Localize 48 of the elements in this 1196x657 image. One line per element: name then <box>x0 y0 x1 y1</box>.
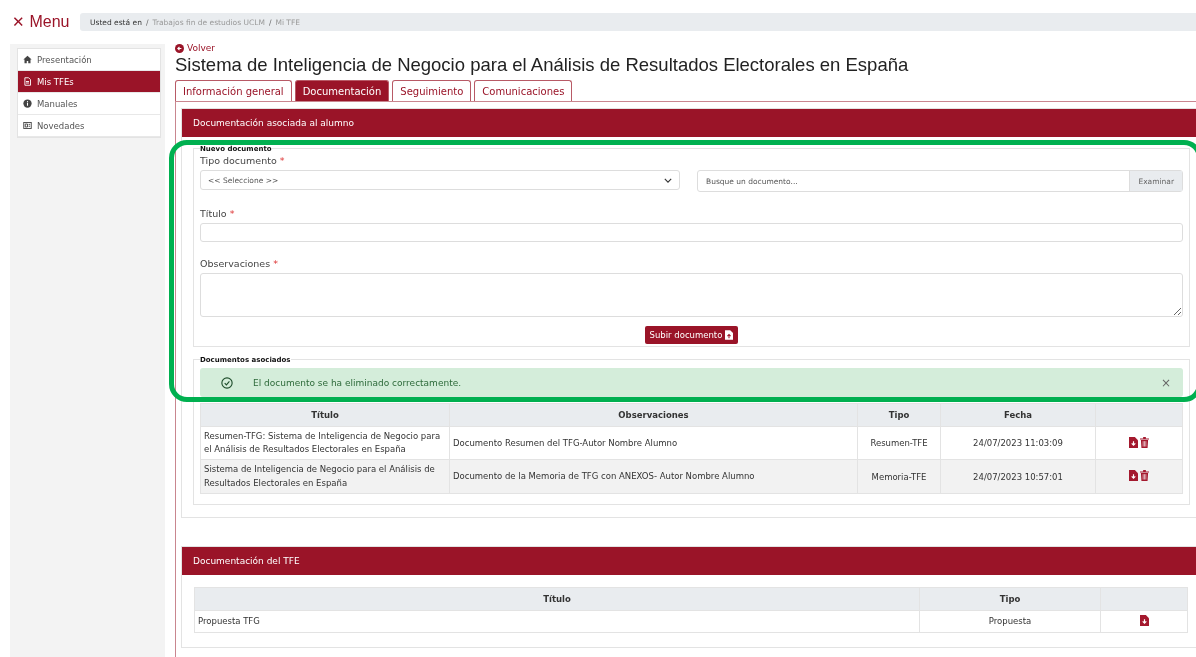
sidebar-item[interactable]: Mis TFEs <box>18 71 160 93</box>
table-cell: 24/07/2023 10:57:01 <box>940 459 1096 494</box>
close-button[interactable]: × <box>1160 375 1171 390</box>
back-link[interactable]: Volver <box>175 43 216 53</box>
file-download-icon[interactable] <box>1129 436 1138 448</box>
field-label: Observaciones * <box>200 258 279 269</box>
file-upload-icon <box>725 330 734 340</box>
back-arrow-icon <box>175 43 184 53</box>
file-download-icon[interactable] <box>1129 470 1138 481</box>
sidebar-item[interactable]: Novedades <box>18 115 160 137</box>
chevron-down-icon <box>664 177 672 183</box>
field-label: Título * <box>200 208 236 219</box>
column-header: Título <box>200 403 450 427</box>
page-title: Sistema de Inteligencia de Negocio para el Análisis de Resultados Electorales en España <box>175 54 910 76</box>
table-cell: Documento de la Memoria de TFG con ANEXOS- Autor Nombre Alumno <box>449 459 858 494</box>
trash-icon[interactable] <box>1140 470 1149 481</box>
table-cell: Propuesta <box>919 610 1101 633</box>
table-cell: Resumen-TFG: Sistema de Inteligencia de Negocio para el Análisis de Resultados Electorales en España <box>200 426 450 460</box>
tab[interactable]: Seguimiento <box>392 80 472 102</box>
document-icon <box>23 77 32 86</box>
menu-button[interactable]: ✕ Menu <box>12 13 80 31</box>
column-header: Tipo <box>857 403 941 427</box>
column-header: Observaciones <box>449 403 858 427</box>
tab[interactable]: Comunicaciones <box>474 80 573 102</box>
home-icon <box>23 55 32 64</box>
table-cell: Documento Resumen del TFG-Autor Nombre Alumno <box>449 426 858 460</box>
column-header: Título <box>194 587 920 611</box>
file-download-icon[interactable] <box>1139 614 1149 626</box>
title-input[interactable] <box>200 223 1183 242</box>
field-label: Tipo documento * <box>200 155 286 166</box>
alert-message: El documento se ha eliminado correctamente. <box>253 377 463 388</box>
table-cell: Propuesta TFG <box>194 610 920 633</box>
check-circle-icon <box>221 376 233 389</box>
trash-icon[interactable] <box>1140 436 1149 448</box>
info-icon <box>23 99 32 108</box>
table-cell: Resumen-TFE <box>857 426 941 460</box>
upload-button[interactable]: Subir documento <box>644 326 739 344</box>
section-header: Documentación del TFE <box>182 546 1196 575</box>
column-header: Tipo <box>919 587 1101 611</box>
table-cell: Memoria-TFE <box>857 459 941 494</box>
tab[interactable]: Documentación <box>294 80 390 102</box>
sidebar-item[interactable]: Manuales <box>18 93 160 115</box>
column-header: Fecha <box>940 403 1096 427</box>
newspaper-icon <box>23 121 32 130</box>
section-header: Documentación asociada al alumno <box>182 109 1196 137</box>
tab[interactable]: Información general <box>175 80 292 102</box>
table-cell: 24/07/2023 11:03:09 <box>940 426 1096 460</box>
table-cell: Sistema de Inteligencia de Negocio para el Análisis de Resultados Electorales en España <box>200 459 450 494</box>
